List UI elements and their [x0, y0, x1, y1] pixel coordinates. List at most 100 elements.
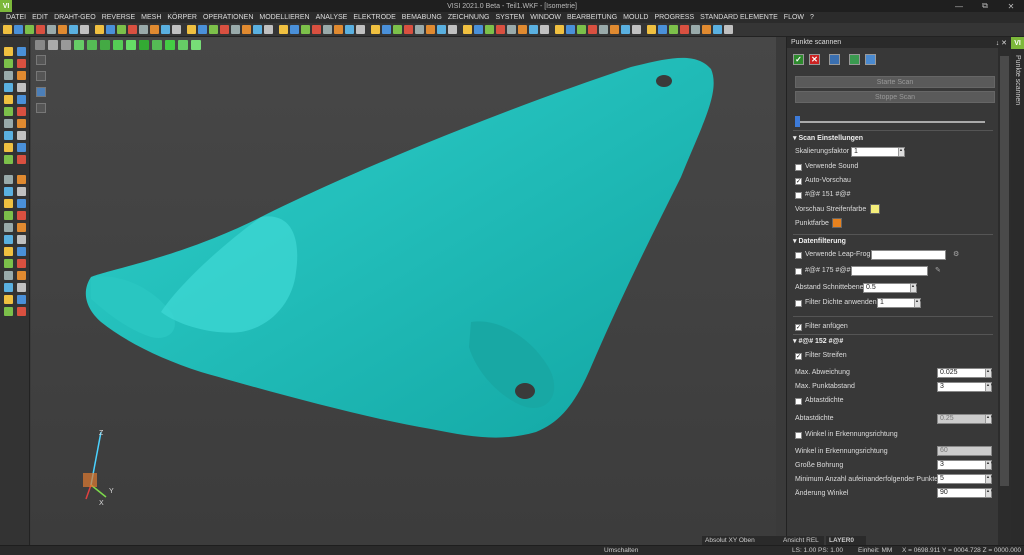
scan-density-checkbox[interactable] [795, 398, 802, 405]
menu-koerper[interactable]: KÖRPER [164, 14, 200, 21]
toolbar-tool-icon[interactable] [47, 25, 56, 34]
side-tool-icon[interactable] [4, 71, 13, 80]
toolbar-tool-icon[interactable] [80, 25, 89, 34]
menu-datei[interactable]: DATEI [3, 14, 29, 21]
side-tool-icon[interactable] [17, 307, 26, 316]
side-tool-icon[interactable] [4, 119, 13, 128]
toolbar-tool-icon[interactable] [437, 25, 446, 34]
max-point-dist-input[interactable]: 3 ▲▼ [937, 382, 994, 392]
side-tool-icon[interactable] [17, 155, 26, 164]
toolbar-tool-icon[interactable] [496, 25, 505, 34]
menu-window[interactable]: WINDOW [527, 14, 564, 21]
toolbar-tool-icon[interactable] [621, 25, 630, 34]
scrollbar-thumb[interactable] [1000, 56, 1009, 486]
toolbar-tool-icon[interactable] [95, 25, 104, 34]
side-tool-icon[interactable] [17, 107, 26, 116]
side-tool-icon[interactable] [4, 187, 13, 196]
side-tool-icon[interactable] [17, 119, 26, 128]
point-color-swatch[interactable] [832, 218, 842, 228]
toolbar-tool-icon[interactable] [485, 25, 494, 34]
view-rel-status[interactable]: Ansicht REL [780, 536, 824, 545]
toolbar-tool-icon[interactable] [198, 25, 207, 34]
option-175-checkbox[interactable] [795, 268, 802, 275]
toolbar-tool-icon[interactable] [323, 25, 332, 34]
side-tool-icon[interactable] [17, 59, 26, 68]
menu-bemabung[interactable]: BEMABUNG [399, 14, 445, 21]
auto-preview-checkbox[interactable]: ✓ [795, 178, 802, 185]
side-tool-icon[interactable] [4, 59, 13, 68]
menu-modellieren[interactable]: MODELLIEREN [256, 14, 312, 21]
toolbar-tool-icon[interactable] [139, 25, 148, 34]
menu-mesh[interactable]: MESH [138, 14, 164, 21]
side-tool-icon[interactable] [17, 175, 26, 184]
menu-analyse[interactable]: ANALYSE [313, 14, 351, 21]
toolbar-tool-icon[interactable] [69, 25, 78, 34]
side-tool-icon[interactable] [17, 199, 26, 208]
minimize-button[interactable]: — [946, 0, 972, 12]
scale-input[interactable]: 1 ▲▼ [851, 147, 907, 157]
side-tool-icon[interactable] [17, 223, 26, 232]
toolbar-tool-icon[interactable] [209, 25, 218, 34]
stripe-color-swatch[interactable] [870, 204, 880, 214]
section-distance-input[interactable]: 0.5 ▲▼ [863, 283, 919, 293]
max-deviation-input[interactable]: 0.025 ▲▼ [937, 368, 994, 378]
side-tool-icon[interactable] [4, 283, 13, 292]
panel-pin-close[interactable]: ↓ ✕ [996, 39, 1007, 47]
toolbar-tool-icon[interactable] [507, 25, 516, 34]
toolbar-tool-icon[interactable] [448, 25, 457, 34]
ok-button[interactable]: ✓ [793, 54, 804, 65]
menu-operationen[interactable]: OPERATIONEN [200, 14, 256, 21]
side-tool-icon[interactable] [4, 107, 13, 116]
side-tool-icon[interactable] [4, 211, 13, 220]
option-175-icon[interactable]: ✎ [935, 266, 941, 274]
toolbar-tool-icon[interactable] [669, 25, 678, 34]
side-tool-icon[interactable] [4, 199, 13, 208]
side-tool-icon[interactable] [4, 307, 13, 316]
view-mode-status[interactable]: Absolut XY Oben [702, 536, 780, 545]
menu-standard-elemente[interactable]: STANDARD ELEMENTE [697, 14, 781, 21]
toolbar-tool-icon[interactable] [632, 25, 641, 34]
toolbar-tool-icon[interactable] [172, 25, 181, 34]
panel-scrollbar[interactable] [998, 48, 1011, 545]
side-tool-icon[interactable] [17, 95, 26, 104]
toolbar-tool-icon[interactable] [117, 25, 126, 34]
toolbar-tool-icon[interactable] [415, 25, 424, 34]
side-tool-icon[interactable] [17, 259, 26, 268]
side-tool-icon[interactable] [4, 295, 13, 304]
angle-direction-input[interactable]: 60 [937, 446, 992, 456]
side-tool-icon[interactable] [17, 283, 26, 292]
toolbar-tool-icon[interactable] [187, 25, 196, 34]
toolbar-tool-icon[interactable] [58, 25, 67, 34]
import-icon[interactable] [829, 54, 840, 65]
toolbar-tool-icon[interactable] [301, 25, 310, 34]
toolbar-tool-icon[interactable] [253, 25, 262, 34]
side-tool-icon[interactable] [17, 187, 26, 196]
toolbar-tool-icon[interactable] [242, 25, 251, 34]
toolbar-tool-icon[interactable] [161, 25, 170, 34]
toolbar-tool-icon[interactable] [463, 25, 472, 34]
toolbar-tool-icon[interactable] [264, 25, 273, 34]
leap-frog-checkbox[interactable] [795, 252, 802, 259]
toolbar-tool-icon[interactable] [724, 25, 733, 34]
stop-scan-button[interactable]: Stoppe Scan [795, 91, 995, 103]
toolbar-tool-icon[interactable] [691, 25, 700, 34]
leap-frog-field[interactable] [871, 250, 946, 260]
toolbar-tool-icon[interactable] [3, 25, 12, 34]
side-tool-icon[interactable] [4, 131, 13, 140]
side-tool-icon[interactable] [17, 247, 26, 256]
toolbar-tool-icon[interactable] [393, 25, 402, 34]
side-tool-icon[interactable] [17, 71, 26, 80]
side-tool-icon[interactable] [4, 95, 13, 104]
toolbar-tool-icon[interactable] [312, 25, 321, 34]
toolbar-tool-icon[interactable] [474, 25, 483, 34]
toolbar-tool-icon[interactable] [404, 25, 413, 34]
side-tool-icon[interactable] [4, 143, 13, 152]
toggle-status[interactable]: Umschalten [604, 546, 638, 555]
toolbar-tool-icon[interactable] [220, 25, 229, 34]
scan-settings-header[interactable]: ▾ Scan Einstellungen [793, 134, 863, 142]
export-icon[interactable] [849, 54, 860, 65]
side-tool-icon[interactable] [17, 211, 26, 220]
subsection-152-header[interactable]: ▾ #@# 152 #@# [793, 337, 843, 345]
side-tool-icon[interactable] [4, 83, 13, 92]
maximize-button[interactable]: ⧉ [972, 0, 998, 12]
